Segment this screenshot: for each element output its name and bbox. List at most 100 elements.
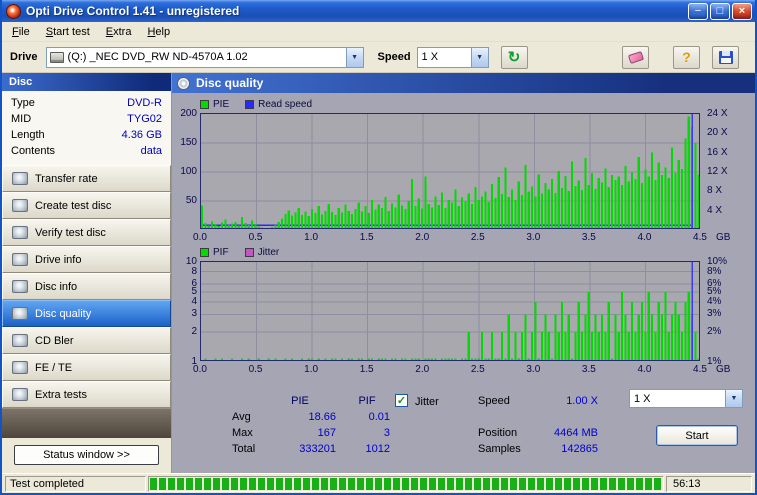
speed-select[interactable]: 1 X ▼ xyxy=(416,46,489,68)
disc-info-icon xyxy=(12,280,28,293)
drive-icon xyxy=(49,51,64,63)
status-window-button[interactable]: Status window >> xyxy=(14,445,159,465)
disc-quality-header: Disc quality xyxy=(172,73,755,93)
pie-swatch-icon xyxy=(200,100,209,109)
minimize-button[interactable]: − xyxy=(688,2,708,20)
maximize-button[interactable]: □ xyxy=(710,2,730,20)
axis-tick-label: 1.0 xyxy=(304,232,319,243)
axis-tick-label: 8% xyxy=(707,265,722,277)
info-label: Length xyxy=(11,129,45,141)
axis-tick-label: 3.0 xyxy=(526,364,541,375)
axis-tick-label: 2.0 xyxy=(415,364,430,375)
pie-chart-legend: PIE Read speed xyxy=(200,99,312,110)
sidebar-item-fe-te[interactable]: FE / TE xyxy=(2,354,171,381)
app-window: Opti Drive Control 1.41 - unregistered −… xyxy=(0,0,757,495)
bottom-speed-value: 1 X xyxy=(634,392,651,405)
elapsed-time: 56:13 xyxy=(666,475,752,492)
start-button[interactable]: Start xyxy=(656,425,738,446)
sidebar-item-drive-info[interactable]: Drive info xyxy=(2,246,171,273)
axis-tick-label: 100 xyxy=(180,166,197,177)
eraser-button[interactable] xyxy=(622,45,649,69)
refresh-button[interactable]: ↻ xyxy=(500,45,528,69)
sidebar-item-disc-info[interactable]: Disc info xyxy=(2,273,171,300)
refresh-icon: ↻ xyxy=(507,48,521,66)
max-pie-value: 167 xyxy=(317,427,336,439)
axis-tick-label: 2% xyxy=(707,325,722,337)
status-message: Test completed xyxy=(5,475,146,492)
legend-item-pif: PIF xyxy=(200,247,229,258)
statusbar: Test completed 100.0% 56:13 xyxy=(2,473,755,493)
menu-item-extra[interactable]: Extra xyxy=(98,23,140,40)
sidebar: Disc Type DVD-R MID TYG02 Length 4.36 GB… xyxy=(2,73,172,473)
disc-panel-header: Disc xyxy=(2,73,171,91)
sidebar-item-verify-test-disc[interactable]: Verify test disc xyxy=(2,219,171,246)
jitter-checkbox[interactable]: ✓ xyxy=(395,394,408,407)
sidebar-item-label: Drive info xyxy=(35,253,82,266)
drive-label: Drive xyxy=(10,51,38,63)
pie-chart-y-axis-right: 24 X 20 X 16 X 12 X 8 X 4 X xyxy=(705,108,751,229)
max-pif-value: 3 xyxy=(383,427,390,439)
panel-title: Disc quality xyxy=(196,76,264,90)
menu-item-help[interactable]: Help xyxy=(139,23,178,40)
axis-tick-label: 2.5 xyxy=(470,364,485,375)
sidebar-item-extra-tests[interactable]: Extra tests xyxy=(2,381,171,408)
legend-label: PIE xyxy=(213,99,230,110)
close-button[interactable]: × xyxy=(732,2,752,20)
samples-value: 142865 xyxy=(561,443,598,455)
sidebar-filler xyxy=(2,408,171,438)
disc-icon xyxy=(177,76,190,90)
axis-tick-label: 8 xyxy=(191,265,197,277)
chevron-down-icon[interactable]: ▼ xyxy=(470,47,488,67)
sidebar-item-disc-quality[interactable]: Disc quality xyxy=(2,300,171,327)
save-icon xyxy=(718,50,733,64)
axis-tick-label: 24 X xyxy=(707,108,728,119)
pif-chart-y-axis-right: 10% 8% 6% 5% 4% 3% 2% 1% xyxy=(705,256,751,367)
progress-fill xyxy=(150,477,662,490)
total-label: Total xyxy=(232,443,256,455)
info-value: DVD-R xyxy=(127,97,162,109)
sidebar-item-label: CD Bler xyxy=(35,334,74,347)
axis-tick-label: 12 X xyxy=(707,166,728,177)
speed-label: Speed xyxy=(377,51,411,63)
axis-unit-label: GB xyxy=(716,232,731,243)
axis-tick-label: 8 X xyxy=(707,185,723,197)
eraser-icon xyxy=(627,50,644,64)
sidebar-item-cd-bler[interactable]: CD Bler xyxy=(2,327,171,354)
extra-tests-icon xyxy=(12,388,28,401)
drive-select[interactable]: (Q:) _NEC DVD_RW ND-4570A 1.02 ▼ xyxy=(45,46,364,68)
axis-tick-label: 4 X xyxy=(707,204,723,216)
save-button[interactable] xyxy=(712,45,739,69)
menu-item-start-test[interactable]: Start test xyxy=(38,23,98,40)
legend-label: Jitter xyxy=(257,247,280,258)
total-pif-value: 1012 xyxy=(365,443,390,455)
drive-toolbar: Drive (Q:) _NEC DVD_RW ND-4570A 1.02 ▼ S… xyxy=(2,42,755,73)
sidebar-item-create-test-disc[interactable]: Create test disc xyxy=(2,192,171,219)
check-icon: ✓ xyxy=(396,395,407,407)
legend-label: Read speed xyxy=(258,99,313,110)
axis-tick-label: 0.0 xyxy=(193,232,207,243)
axis-tick-label: 4.0 xyxy=(637,232,652,243)
sidebar-item-label: Extra tests xyxy=(35,388,87,401)
disc-info-panel: Type DVD-R MID TYG02 Length 4.36 GB Cont… xyxy=(2,91,171,165)
help-button[interactable]: ? xyxy=(673,45,700,69)
axis-tick-label: 3.5 xyxy=(581,364,596,375)
cd-bler-icon xyxy=(12,334,28,347)
speed-stat-label: Speed xyxy=(478,395,510,407)
progress-bar: 100.0% xyxy=(148,475,664,492)
sidebar-item-transfer-rate[interactable]: Transfer rate xyxy=(2,165,171,192)
sidebar-item-label: Disc quality xyxy=(35,307,92,320)
axis-tick-label: 3 xyxy=(191,308,197,320)
info-label: MID xyxy=(11,113,32,125)
menu-item-file[interactable]: File xyxy=(4,23,38,40)
pif-chart-y-axis-left: 10 8 6 5 4 3 2 1 xyxy=(173,256,198,367)
menubar: File Start test Extra Help xyxy=(2,22,755,42)
axis-tick-label: 3.5 xyxy=(581,232,596,243)
pif-chart-x-axis: 0.0 0.5 1.0 1.5 2.0 2.5 3.0 3.5 4.0 4.5 GB xyxy=(193,364,745,375)
axis-tick-label: 3% xyxy=(707,308,722,320)
info-row: MID TYG02 xyxy=(11,111,162,127)
chevron-down-icon[interactable]: ▼ xyxy=(725,390,742,407)
axis-tick-label: 2 xyxy=(191,325,197,337)
axis-tick-label: 2.5 xyxy=(470,232,485,243)
bottom-speed-select[interactable]: 1 X ▼ xyxy=(629,389,743,408)
chevron-down-icon[interactable]: ▼ xyxy=(345,47,363,67)
